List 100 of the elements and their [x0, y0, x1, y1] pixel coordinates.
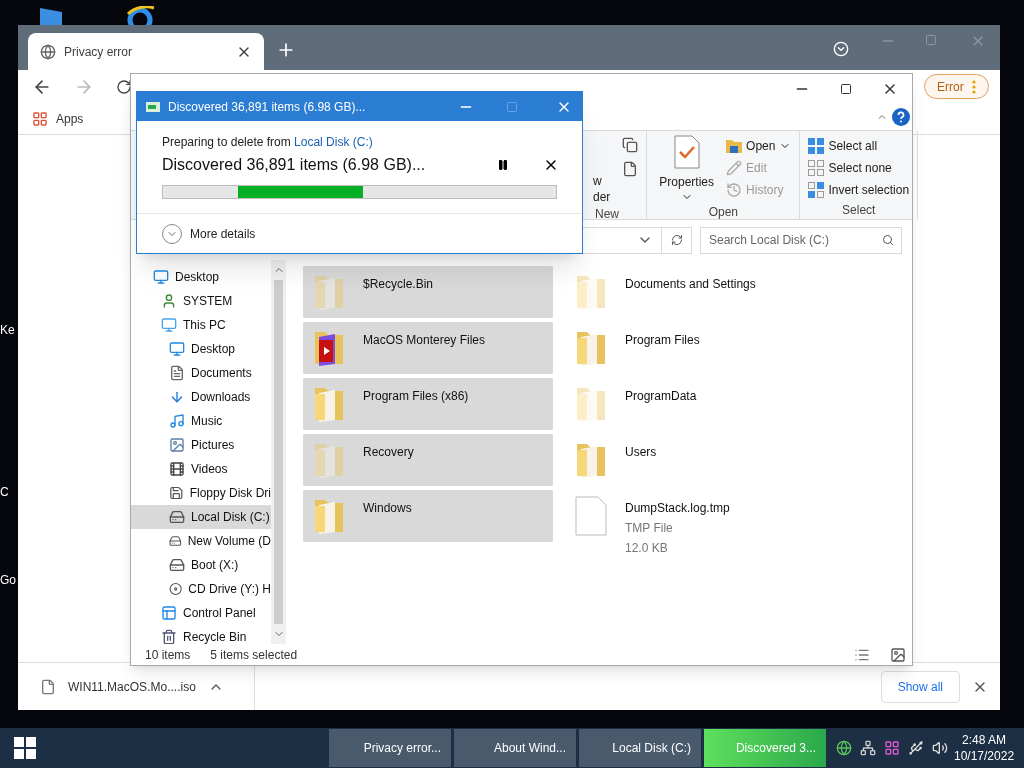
file-tile[interactable]: Users	[565, 434, 815, 486]
dialog-subtitle: Preparing to delete from Local Disk (C:)	[162, 134, 374, 151]
grid-icon	[808, 160, 825, 176]
drive-icon	[169, 557, 185, 573]
browser-logo-icon[interactable]	[126, 6, 154, 25]
color-grid-icon[interactable]	[884, 740, 900, 756]
drive-icon	[169, 509, 185, 525]
file-name: Users	[625, 444, 657, 461]
nav-item[interactable]: Desktop	[131, 265, 271, 289]
help-icon[interactable]	[892, 108, 910, 126]
grid-icon	[808, 182, 825, 198]
taskbar-button[interactable]: Local Disk (C:)	[579, 729, 701, 767]
file-tile[interactable]: Windows	[303, 490, 553, 542]
progress-status: Discovered 36,891 items (6.98 GB)...	[162, 155, 427, 175]
network-icon[interactable]	[860, 740, 876, 756]
ribbon-button[interactable]: Select all	[808, 135, 910, 157]
copy-icon[interactable]	[622, 137, 639, 153]
file-name: Recovery	[363, 444, 414, 461]
desktop-icon-label[interactable]: Go	[0, 571, 16, 589]
taskbar-button[interactable]: Privacy error...	[329, 729, 451, 767]
file-tile[interactable]: Program Files (x86)	[303, 378, 553, 430]
show-all-button[interactable]: Show all	[880, 670, 960, 703]
browser-tab[interactable]: Privacy error	[28, 33, 264, 70]
group-label: Open	[707, 204, 740, 221]
nav-item[interactable]: Recycle Bin	[131, 625, 271, 644]
file-tile[interactable]: $Recycle.Bin	[303, 266, 553, 318]
down-arrow-icon	[169, 389, 185, 405]
nav-item[interactable]: Pictures	[131, 433, 271, 457]
reload-icon[interactable]	[116, 78, 132, 95]
selection-count: 5 items selected	[210, 646, 298, 664]
start-icon[interactable]	[14, 737, 36, 759]
file-icon	[40, 678, 56, 695]
download-filename[interactable]: WIN11.MacOS.Mo....iso	[68, 677, 196, 696]
ribbon-button[interactable]: Open	[726, 135, 792, 157]
music-note-icon	[169, 413, 185, 429]
file-name: Program Files (x86)	[363, 388, 469, 405]
file-name: $Recycle.Bin	[363, 276, 434, 293]
search-field[interactable]: Search Local Disk (C:)	[700, 226, 902, 254]
clock-date[interactable]: 10/17/2022	[954, 748, 1015, 764]
nav-item[interactable]: Videos	[131, 457, 271, 481]
person-icon	[161, 293, 177, 309]
file-tile[interactable]: MacOS Monterey Files	[303, 322, 553, 374]
nav-item[interactable]: SYSTEM	[131, 289, 271, 313]
tiles-view-icon[interactable]	[890, 646, 906, 663]
bookmark-link[interactable]: Apps	[56, 109, 84, 128]
ribbon-button[interactable]: Invert selection	[808, 179, 910, 201]
nav-item[interactable]: Documents	[131, 361, 271, 385]
file-type: TMP File	[625, 520, 674, 537]
monitor-icon	[153, 269, 169, 285]
error-chip[interactable]: Error	[924, 74, 989, 99]
desktop-icon-label[interactable]: C	[0, 483, 9, 501]
globe-icon[interactable]	[836, 740, 852, 756]
item-count: 10 items	[145, 646, 191, 664]
nav-item[interactable]: Downloads	[131, 385, 271, 409]
properties-icon	[672, 135, 701, 169]
clock-time[interactable]: 2:48 AM	[962, 732, 1007, 748]
monitor-icon	[161, 317, 177, 333]
file-name: Windows	[363, 500, 412, 517]
nav-item[interactable]: Music	[131, 409, 271, 433]
nav-item[interactable]: Local Disk (C:)	[131, 505, 271, 529]
ribbon-button[interactable]: Select none	[808, 157, 910, 179]
new-item-icon[interactable]	[622, 161, 639, 177]
file-tile[interactable]: Documents and Settings	[565, 266, 815, 318]
monitor-icon	[169, 341, 185, 357]
file-tile[interactable]: Recovery	[303, 434, 553, 486]
maximize-icon[interactable]	[840, 83, 852, 95]
film-icon	[169, 461, 185, 477]
nav-item[interactable]: New Volume (D	[131, 529, 271, 553]
group-label: Select	[841, 202, 877, 219]
volume-icon[interactable]	[932, 740, 948, 756]
more-icon	[971, 79, 976, 94]
nav-item[interactable]: CD Drive (Y:) H	[131, 577, 271, 601]
nav-item[interactable]: This PC	[131, 313, 271, 337]
file-tile[interactable]: ProgramData	[565, 378, 815, 430]
usb-icon[interactable]	[908, 740, 924, 756]
chevron-down-icon[interactable]	[833, 41, 849, 57]
new-folder-label[interactable]: der	[593, 189, 611, 205]
new-folder-label[interactable]: w	[593, 173, 611, 189]
drive-icon	[146, 101, 160, 112]
nav-item[interactable]: Control Panel	[131, 601, 271, 625]
location-link[interactable]: Local Disk (C:)	[294, 135, 373, 149]
disc-icon	[169, 581, 183, 597]
pause-icon[interactable]	[497, 159, 509, 171]
file-icon	[575, 496, 607, 536]
folder-icon	[726, 139, 743, 153]
desktop-icon-label[interactable]: Ke	[0, 321, 15, 339]
pencil-icon	[726, 160, 743, 176]
nav-item[interactable]: Desktop	[131, 337, 271, 361]
apps-icon[interactable]	[32, 110, 48, 127]
nav-item[interactable]: Boot (X:)	[131, 553, 271, 577]
properties-button[interactable]: Properties	[655, 135, 719, 203]
file-name: MacOS Monterey Files	[363, 332, 486, 349]
more-details-link[interactable]: More details	[190, 224, 256, 243]
taskbar-button[interactable]: About Wind...	[454, 729, 576, 767]
drive-icon	[169, 533, 182, 549]
nav-item[interactable]: Floppy Disk Dri	[131, 481, 271, 505]
document-icon	[169, 365, 185, 381]
history-icon	[726, 182, 743, 198]
file-tile[interactable]: Program Files	[565, 322, 815, 374]
group-label: New	[594, 206, 620, 223]
